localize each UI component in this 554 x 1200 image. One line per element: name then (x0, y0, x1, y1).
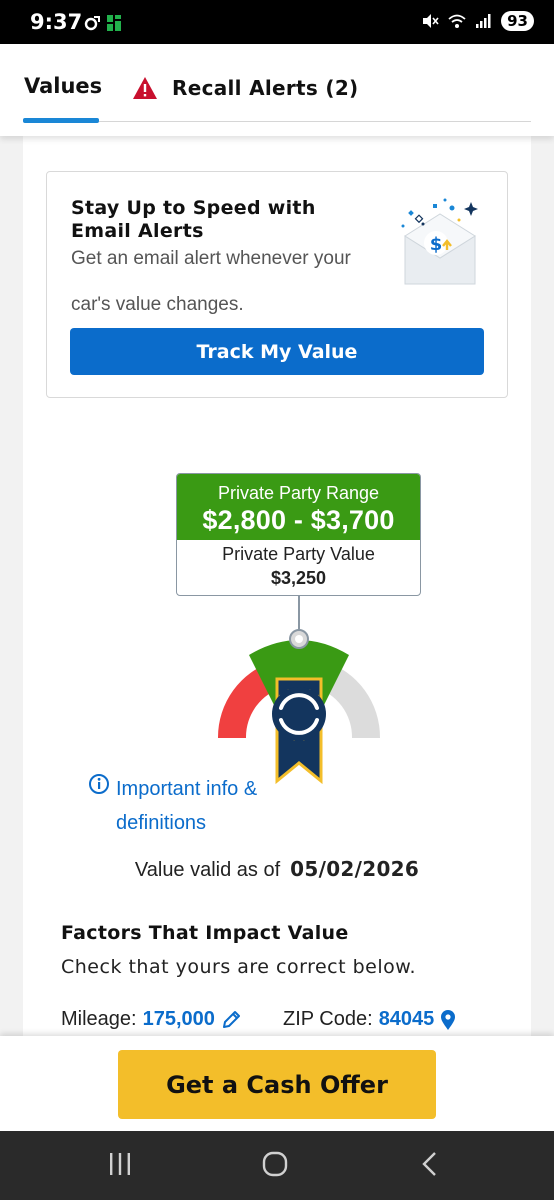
get-cash-offer-button[interactable]: Get a Cash Offer (118, 1050, 436, 1119)
mileage-label: Mileage: (61, 1008, 137, 1030)
email-alert-description: Get an email alert whenever your car's v… (71, 248, 351, 315)
tab-divider (99, 121, 531, 122)
private-party-value: $3,250 (270, 568, 327, 588)
zip-code-field[interactable]: ZIP Code: 84045 (283, 1008, 456, 1031)
location-pin-icon[interactable] (440, 1009, 456, 1031)
recent-apps-icon[interactable] (108, 1151, 132, 1177)
value-gauge (217, 595, 381, 785)
app-notification-icon (84, 16, 100, 31)
value-valid-line: Value valid as of 05/02/2026 (0, 857, 554, 882)
tab-bar: Values Recall Alerts (2) (0, 44, 554, 136)
cash-offer-bar: Get a Cash Offer (0, 1036, 554, 1131)
active-tab-indicator (23, 118, 99, 123)
important-info-text: Important info & definitions (116, 778, 258, 834)
private-party-value-label: Private Party Value (222, 544, 375, 564)
mute-icon (423, 14, 439, 28)
mileage-value: 175,000 (142, 1008, 215, 1030)
svg-text:$: $ (430, 234, 443, 255)
important-info-link[interactable]: Important info & definitions (88, 773, 276, 840)
range-label: Private Party Range (217, 483, 380, 503)
battery-indicator: 93 (501, 11, 534, 31)
tab-recall-alerts[interactable]: Recall Alerts (2) (132, 76, 358, 100)
status-time: 9:37 (30, 10, 83, 34)
private-party-range-box: Private Party Range $2,800 - $3,700 Priv… (176, 473, 421, 596)
info-icon (89, 774, 109, 794)
track-my-value-button[interactable]: Track My Value (70, 328, 484, 375)
tab-values[interactable]: Values (24, 74, 102, 98)
valid-date: 05/02/2026 (290, 857, 420, 881)
email-dollar-icon: $ (401, 198, 478, 285)
status-bar: 9:37 93 (0, 0, 554, 44)
tab-recall-label: Recall Alerts (2) (172, 76, 359, 100)
pencil-icon[interactable] (221, 1010, 241, 1030)
signal-icon (476, 14, 491, 28)
warning-icon (133, 77, 157, 99)
money-app-icon (107, 15, 121, 31)
home-icon[interactable] (262, 1151, 288, 1177)
factors-description: Check that yours are correct below. (61, 956, 417, 978)
zip-label: ZIP Code: (283, 1008, 373, 1030)
back-icon[interactable] (420, 1151, 440, 1177)
mileage-field[interactable]: Mileage: 175,000 (61, 1008, 241, 1031)
email-alert-card: Stay Up to Speed with Email Alerts Get a… (46, 171, 508, 398)
wifi-icon (448, 14, 466, 28)
factors-title: Factors That Impact Value (61, 922, 349, 944)
range-value: $2,800 - $3,700 (202, 505, 395, 535)
valid-label: Value valid as of (134, 859, 281, 881)
zip-value: 84045 (378, 1008, 435, 1030)
system-nav-bar (0, 1131, 554, 1200)
